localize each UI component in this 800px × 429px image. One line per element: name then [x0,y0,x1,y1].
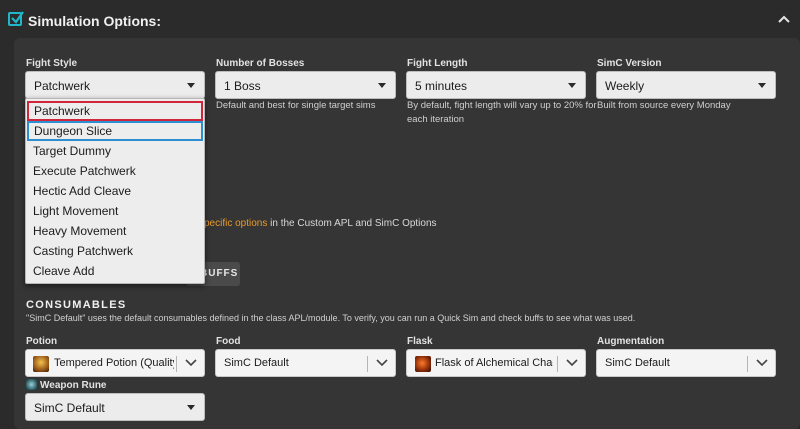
chevron-down-icon [566,359,578,367]
fight-style-dropdown[interactable]: Patchwerk Dungeon Slice Target Dummy Exe… [25,98,205,284]
caret-down-icon [187,83,195,88]
section-title: Simulation Options: [28,13,161,29]
fight-style-option[interactable]: Casting Patchwerk [27,241,203,261]
num-bosses-value: 1 Boss [224,79,261,93]
fight-style-label: Fight Style [26,58,78,69]
separator [747,356,748,372]
caret-down-icon [378,83,386,88]
flask-icon [415,356,431,372]
rune-icon [26,379,37,390]
fight-length-help-2: each iteration [407,114,465,125]
fight-length-label: Fight Length [407,58,468,69]
custom-apl-hint: pecific options in the Custom APL and Si… [204,218,437,229]
hint-suffix: in the Custom APL and SimC Options [267,218,437,229]
caret-down-icon [568,83,576,88]
food-value: SimC Default [224,357,289,369]
specific-options-link[interactable]: pecific options [204,218,267,229]
augmentation-select[interactable]: SimC Default [596,349,776,377]
augmentation-label: Augmentation [597,336,665,347]
flask-label: Flask [407,336,433,347]
fight-style-option[interactable]: Hectic Add Cleave [27,181,203,201]
consumables-title: CONSUMABLES [26,299,127,311]
num-bosses-label: Number of Bosses [216,58,305,69]
simc-version-help: Built from source every Monday [597,100,731,111]
consumables-description: "SimC Default" uses the default consumab… [26,313,636,323]
fight-length-select[interactable]: 5 minutes [406,71,586,99]
fight-style-option[interactable]: Patchwerk [27,101,203,121]
separator [176,356,177,372]
num-bosses-help: Default and best for single target sims [216,100,376,111]
fight-style-option[interactable]: Light Movement [27,201,203,221]
simc-version-label: SimC Version [597,58,662,69]
fight-style-value: Patchwerk [34,79,91,93]
flask-select[interactable]: Flask of Alchemical Chaos ( [406,349,586,377]
checkbox-icon[interactable] [8,11,24,26]
chevron-down-icon [185,359,197,367]
flask-value: Flask of Alchemical Chaos ( [435,357,553,369]
fight-style-select[interactable]: Patchwerk [25,71,205,99]
weapon-rune-select[interactable]: SimC Default [25,393,205,421]
fight-style-option[interactable]: Target Dummy [27,141,203,161]
chevron-down-icon [756,359,768,367]
num-bosses-select[interactable]: 1 Boss [215,71,396,99]
potion-label: Potion [26,336,58,347]
fight-style-option[interactable]: Cleave Add [27,261,203,281]
potion-select[interactable]: Tempered Potion (Quality 3 [25,349,205,377]
simc-version-value: Weekly [605,79,645,93]
augmentation-value: SimC Default [605,357,670,369]
caret-down-icon [758,83,766,88]
fight-style-option[interactable]: Heavy Movement [27,221,203,241]
fight-length-value: 5 minutes [415,79,468,93]
separator [367,356,368,372]
buffs-button-label: BUFFS [200,268,239,279]
separator [557,356,558,372]
potion-value: Tempered Potion (Quality 3 [54,357,174,369]
chevron-up-icon[interactable] [778,15,790,23]
simc-version-select[interactable]: Weekly [596,71,776,99]
caret-down-icon [187,405,195,410]
food-select[interactable]: SimC Default [215,349,396,377]
simulation-options-header[interactable]: Simulation Options: [0,0,800,40]
weapon-rune-label: Weapon Rune [40,380,107,391]
fight-length-help-1: By default, fight length will vary up to… [407,100,597,111]
chevron-down-icon [376,359,388,367]
fight-style-option[interactable]: Execute Patchwerk [27,161,203,181]
food-label: Food [216,336,241,347]
potion-icon [33,356,49,372]
weapon-rune-value: SimC Default [34,401,105,415]
fight-style-option[interactable]: Dungeon Slice [27,121,203,141]
